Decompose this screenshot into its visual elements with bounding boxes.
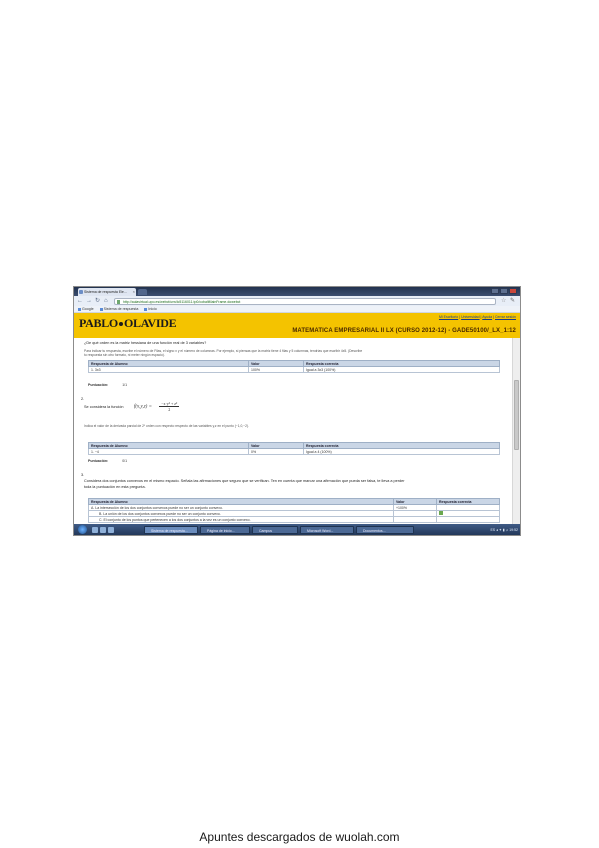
minimize-button[interactable] (491, 288, 499, 294)
answer-value: 0% (248, 448, 304, 455)
answer-value (393, 516, 437, 523)
taskbar-button[interactable]: Microsoft Word... (300, 525, 354, 534)
bookmark-sistema[interactable]: Sistema de respuesta (99, 307, 138, 311)
course-title: MATEMATICA EMPRESARIAL II LX (CURSO 2012… (292, 328, 516, 334)
maximize-button[interactable] (500, 288, 508, 294)
taskbar-button[interactable]: Sistema de respuesta... (144, 525, 198, 534)
question-2-formula: f(x,y,z) = −x·y² + z² 2 (134, 401, 180, 412)
correct-answer (436, 516, 500, 523)
wrench-icon[interactable]: ✎ (510, 297, 515, 305)
question-3-prompt-continued: toda la puntuación en esta pregunta. (84, 485, 146, 489)
question-1-table: Respuesta de Alumno Valor Respuesta corr… (88, 360, 500, 373)
question-3-number: 3. (81, 473, 85, 477)
link-cerrar-sesion[interactable]: Cerrar sesión (495, 315, 516, 319)
header-links: Mi Escritorio | Universidad | Ayuda | Ce… (438, 315, 516, 319)
bookmark-icon (99, 307, 103, 311)
taskbar-button[interactable]: Página de inicio... (200, 525, 250, 534)
tab-title: Sistema de respuesta Ele... (84, 290, 127, 294)
reload-icon[interactable]: ↻ (95, 297, 100, 305)
page-icon (117, 299, 120, 304)
forward-icon[interactable]: → (86, 297, 92, 305)
table-row: C. El conjunto de los puntos que pertene… (88, 516, 500, 523)
correct-answer: Igual a 3x3 (100%) (303, 366, 500, 373)
start-button[interactable] (78, 525, 87, 534)
taskbar-button[interactable]: Campus (252, 525, 298, 534)
bookmarks-bar: Google Sistema de respuesta Inicio (74, 306, 520, 313)
university-logo: PABLO OLAVIDE (79, 316, 177, 330)
bookmark-inicio[interactable]: Inicio (144, 307, 157, 311)
formula-fraction: −x·y² + z² 2 (159, 401, 180, 412)
page-scrollbar[interactable] (512, 338, 520, 524)
question-1-instructions: tu respuesta sin otro formato, ni meter … (84, 353, 165, 357)
window-controls (491, 288, 517, 294)
link-universidad[interactable]: Universidad (461, 315, 479, 319)
bookmark-star-icon[interactable]: ☆ (501, 297, 506, 305)
question-3-table: Respuesta de Alumno Valor Respuesta corr… (88, 498, 500, 523)
page-favicon-icon (79, 290, 83, 294)
windows-taskbar: Sistema de respuesta... Página de inicio… (74, 524, 520, 535)
results-content: ¿De qué orden es la matriz hessiana de u… (74, 338, 512, 524)
bookmark-icon (78, 307, 81, 311)
question-2-instructions: Indica el valor de la derivada parcial d… (84, 424, 249, 428)
page-header: PABLO OLAVIDE Mi Escritorio | Universidad… (74, 313, 520, 338)
taskbar-button[interactable]: Documentos... (356, 525, 414, 534)
logo-dot-icon (118, 322, 123, 327)
question-3-prompt: Considera dos conjuntos convexos en el m… (84, 479, 405, 483)
quicklaunch-icon[interactable] (108, 526, 114, 533)
question-2-table: Respuesta de Alumno Valor Respuesta corr… (88, 442, 500, 455)
question-2-number: 2. (81, 397, 85, 401)
browser-tab-strip: Sistema de respuesta Ele... × (74, 287, 520, 296)
bookmark-icon (144, 307, 148, 311)
question-2-prompt: Se considera la función (84, 405, 124, 409)
close-tab-icon[interactable]: × (133, 288, 135, 296)
bookmark-google[interactable]: Google (78, 307, 94, 311)
system-tray: ES ◂ ✦ ▮ ♫ 19:52 (490, 527, 518, 532)
link-mi-escritorio[interactable]: Mi Escritorio (439, 315, 458, 319)
question-1-prompt: ¿De qué orden es la matriz hessiana de u… (84, 341, 207, 345)
screenshot: Sistema de respuesta Ele... × ← → ↻ ⌂ ht… (74, 287, 520, 535)
checkmark-icon (439, 511, 443, 515)
close-window-button[interactable] (509, 288, 517, 294)
student-answer: C. El conjunto de los puntos que pertene… (88, 516, 394, 523)
browser-tab[interactable]: Sistema de respuesta Ele... × (78, 288, 136, 296)
back-icon[interactable]: ← (77, 297, 83, 305)
footer-text: Apuntes descargados de wuolah.com (199, 830, 400, 844)
table-row: 1. 3x3 100% Igual a 3x3 (100%) (88, 366, 500, 373)
scrollbar-thumb[interactable] (514, 380, 519, 450)
answer-value: 100% (248, 366, 304, 373)
question-1-score: Puntuación: 1/1 (88, 383, 128, 387)
address-bar[interactable]: http://aulavirtual.upo.es/webct/urw/lc51… (114, 297, 496, 305)
student-answer: 1. −4 (88, 448, 249, 455)
quicklaunch-icon[interactable] (100, 526, 106, 533)
student-answer: 1. 3x3 (88, 366, 249, 373)
table-row: 1. −4 0% Igual a 4 (100%) (88, 448, 500, 455)
question-2-score: Puntuación: 0/1 (88, 459, 128, 463)
correct-answer: Igual a 4 (100%) (303, 448, 500, 455)
home-icon[interactable]: ⌂ (104, 297, 108, 305)
quicklaunch-icon[interactable] (92, 526, 98, 533)
new-tab-button[interactable] (138, 289, 147, 295)
address-text: http://aulavirtual.upo.es/webct/urw/lc51… (123, 299, 241, 304)
link-ayuda[interactable]: Ayuda (482, 315, 492, 319)
